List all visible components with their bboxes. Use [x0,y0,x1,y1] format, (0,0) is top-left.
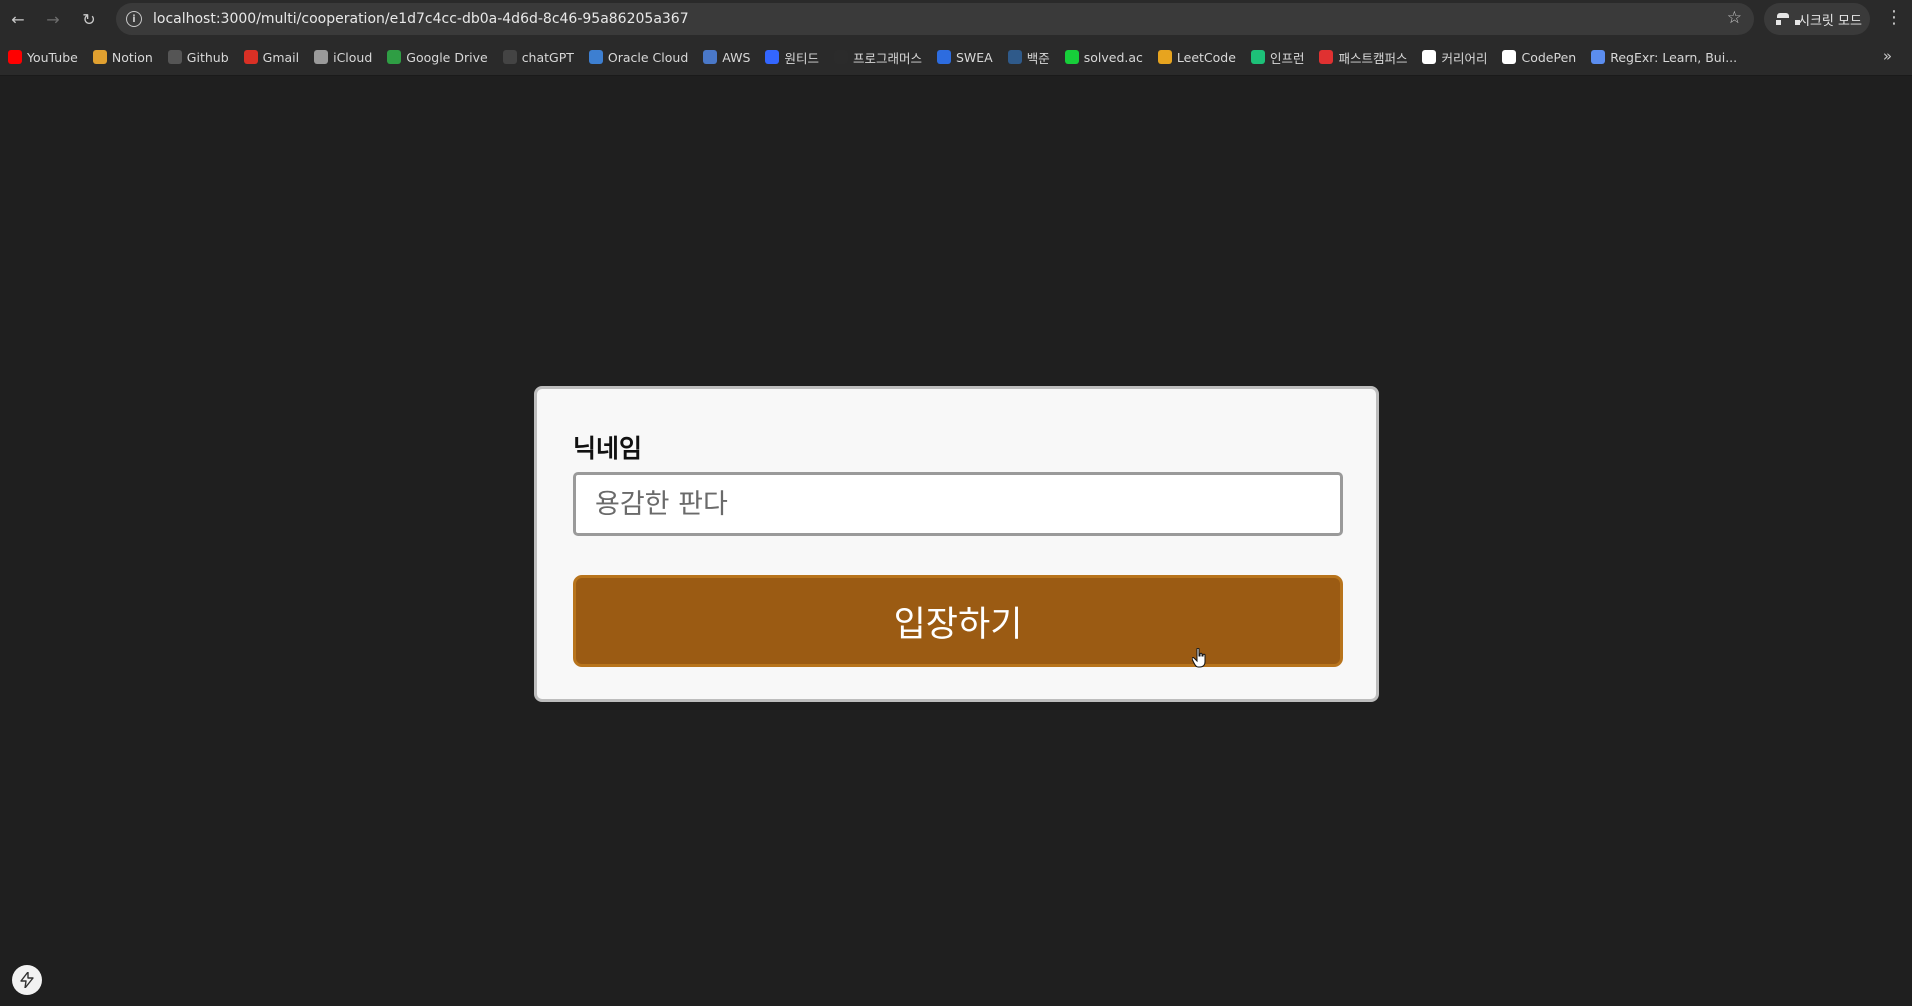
enter-button[interactable]: 입장하기 [573,575,1343,667]
bookmark-label: solved.ac [1083,49,1143,65]
codepen-icon [1502,50,1517,64]
baekjoon-icon [1007,50,1022,64]
reload-icon[interactable]: ↻ [76,6,102,32]
google-drive-icon [387,50,402,64]
bookmark-item[interactable]: 백준 [1007,48,1050,66]
gmail-icon [243,50,258,64]
bookmark-item[interactable]: 인프런 [1250,48,1305,66]
bookmark-item[interactable]: CodePen [1502,48,1576,66]
bookmark-label: RegExr: Learn, Bui... [1610,49,1738,65]
bookmark-item[interactable]: 커리어리 [1422,48,1487,66]
bookmark-label: 백준 [1026,50,1050,66]
bookmark-item[interactable]: Notion [92,48,153,66]
bookmark-label: 원티드 [784,50,819,66]
bookmark-item[interactable]: AWS [703,48,750,66]
bookmark-item[interactable]: SWEA [936,48,993,66]
bookmark-item[interactable]: Google Drive [387,48,488,66]
bookmark-item[interactable]: chatGPT [502,48,574,66]
github-icon [167,50,182,64]
bookmark-item[interactable]: Gmail [243,48,300,66]
browser-toolbar: ← → ↻ i localhost:3000/multi/cooperation… [0,0,1912,38]
regexr-icon [1591,50,1606,64]
nickname-card: 닉네임 입장하기 [534,386,1379,702]
wanted-icon [765,50,780,64]
bookmarks-bar: YouTube Notion Github Gmail iCloud Google Dri… [0,38,1912,76]
incognito-icon [1776,13,1800,25]
inflearn-icon [1250,50,1265,64]
bookmark-item[interactable]: 원티드 [765,48,819,66]
solved-ac-icon [1064,50,1079,64]
browser-menu-icon[interactable]: ⋮ [1884,7,1904,31]
bookmark-item[interactable]: Oracle Cloud [588,48,689,66]
programmers-icon [833,50,848,64]
nickname-label: 닉네임 [573,434,643,463]
bookmark-item[interactable]: solved.ac [1064,48,1143,66]
bookmark-label: LeetCode [1176,49,1236,65]
bookmark-item[interactable]: LeetCode [1157,48,1236,66]
bookmark-label: Google Drive [406,49,488,65]
bookmark-item[interactable]: iCloud [314,48,372,66]
bookmark-label: SWEA [955,49,993,65]
bookmark-label: AWS [722,49,751,65]
url-text[interactable]: localhost:3000/multi/cooperation/e1d7c4c… [153,11,689,27]
youtube-icon [8,50,22,64]
hand-cursor-icon [1192,648,1206,668]
incognito-label: 시크릿 모드 [1798,13,1862,29]
bolt-icon[interactable] [12,965,42,995]
page-content: 닉네임 입장하기 [0,77,1912,1006]
cloud-icon [588,50,603,64]
address-bar[interactable]: i localhost:3000/multi/cooperation/e1d7c… [116,3,1754,35]
incognito-badge[interactable]: 시크릿 모드 [1764,3,1870,35]
bookmark-label: 패스트캠퍼스 [1338,50,1408,66]
bookmark-item[interactable]: RegExr: Learn, Bui... [1591,48,1737,66]
bookmark-label: CodePen [1521,49,1577,65]
site-info-icon[interactable]: i [126,11,142,27]
bookmark-label: iCloud [333,49,373,65]
bookmark-label: Oracle Cloud [607,49,689,65]
apple-icon [314,50,329,64]
bookmark-label: chatGPT [521,49,574,65]
forward-icon[interactable]: → [40,6,66,32]
bookmark-item[interactable]: Github [167,48,229,66]
fastcampus-icon [1319,50,1334,64]
bookmark-label: Gmail [262,49,300,65]
nickname-input[interactable] [573,472,1343,536]
bookmark-label: Notion [111,49,153,65]
bookmark-label: 프로그래머스 [852,50,922,66]
back-icon[interactable]: ← [5,6,31,32]
bookmark-label: 커리어리 [1441,50,1488,66]
bookmark-item[interactable]: 패스트캠퍼스 [1319,48,1407,66]
bookmark-list: YouTube Notion Github Gmail iCloud Google Dri… [8,48,1752,66]
more-bookmarks-icon[interactable]: » [1883,47,1892,65]
notion-icon [92,50,107,64]
bookmark-label: YouTube [27,49,78,65]
aws-icon [703,50,718,64]
careerly-icon [1422,50,1437,64]
swea-icon [936,50,951,64]
bookmark-star-icon[interactable]: ☆ [1727,8,1742,28]
bookmark-label: Github [186,49,229,65]
chatgpt-icon [502,50,517,64]
bookmark-item[interactable]: YouTube [8,48,78,66]
bookmark-item[interactable]: 프로그래머스 [833,48,922,66]
bookmark-label: 인프런 [1269,50,1305,66]
leetcode-icon [1157,50,1172,64]
